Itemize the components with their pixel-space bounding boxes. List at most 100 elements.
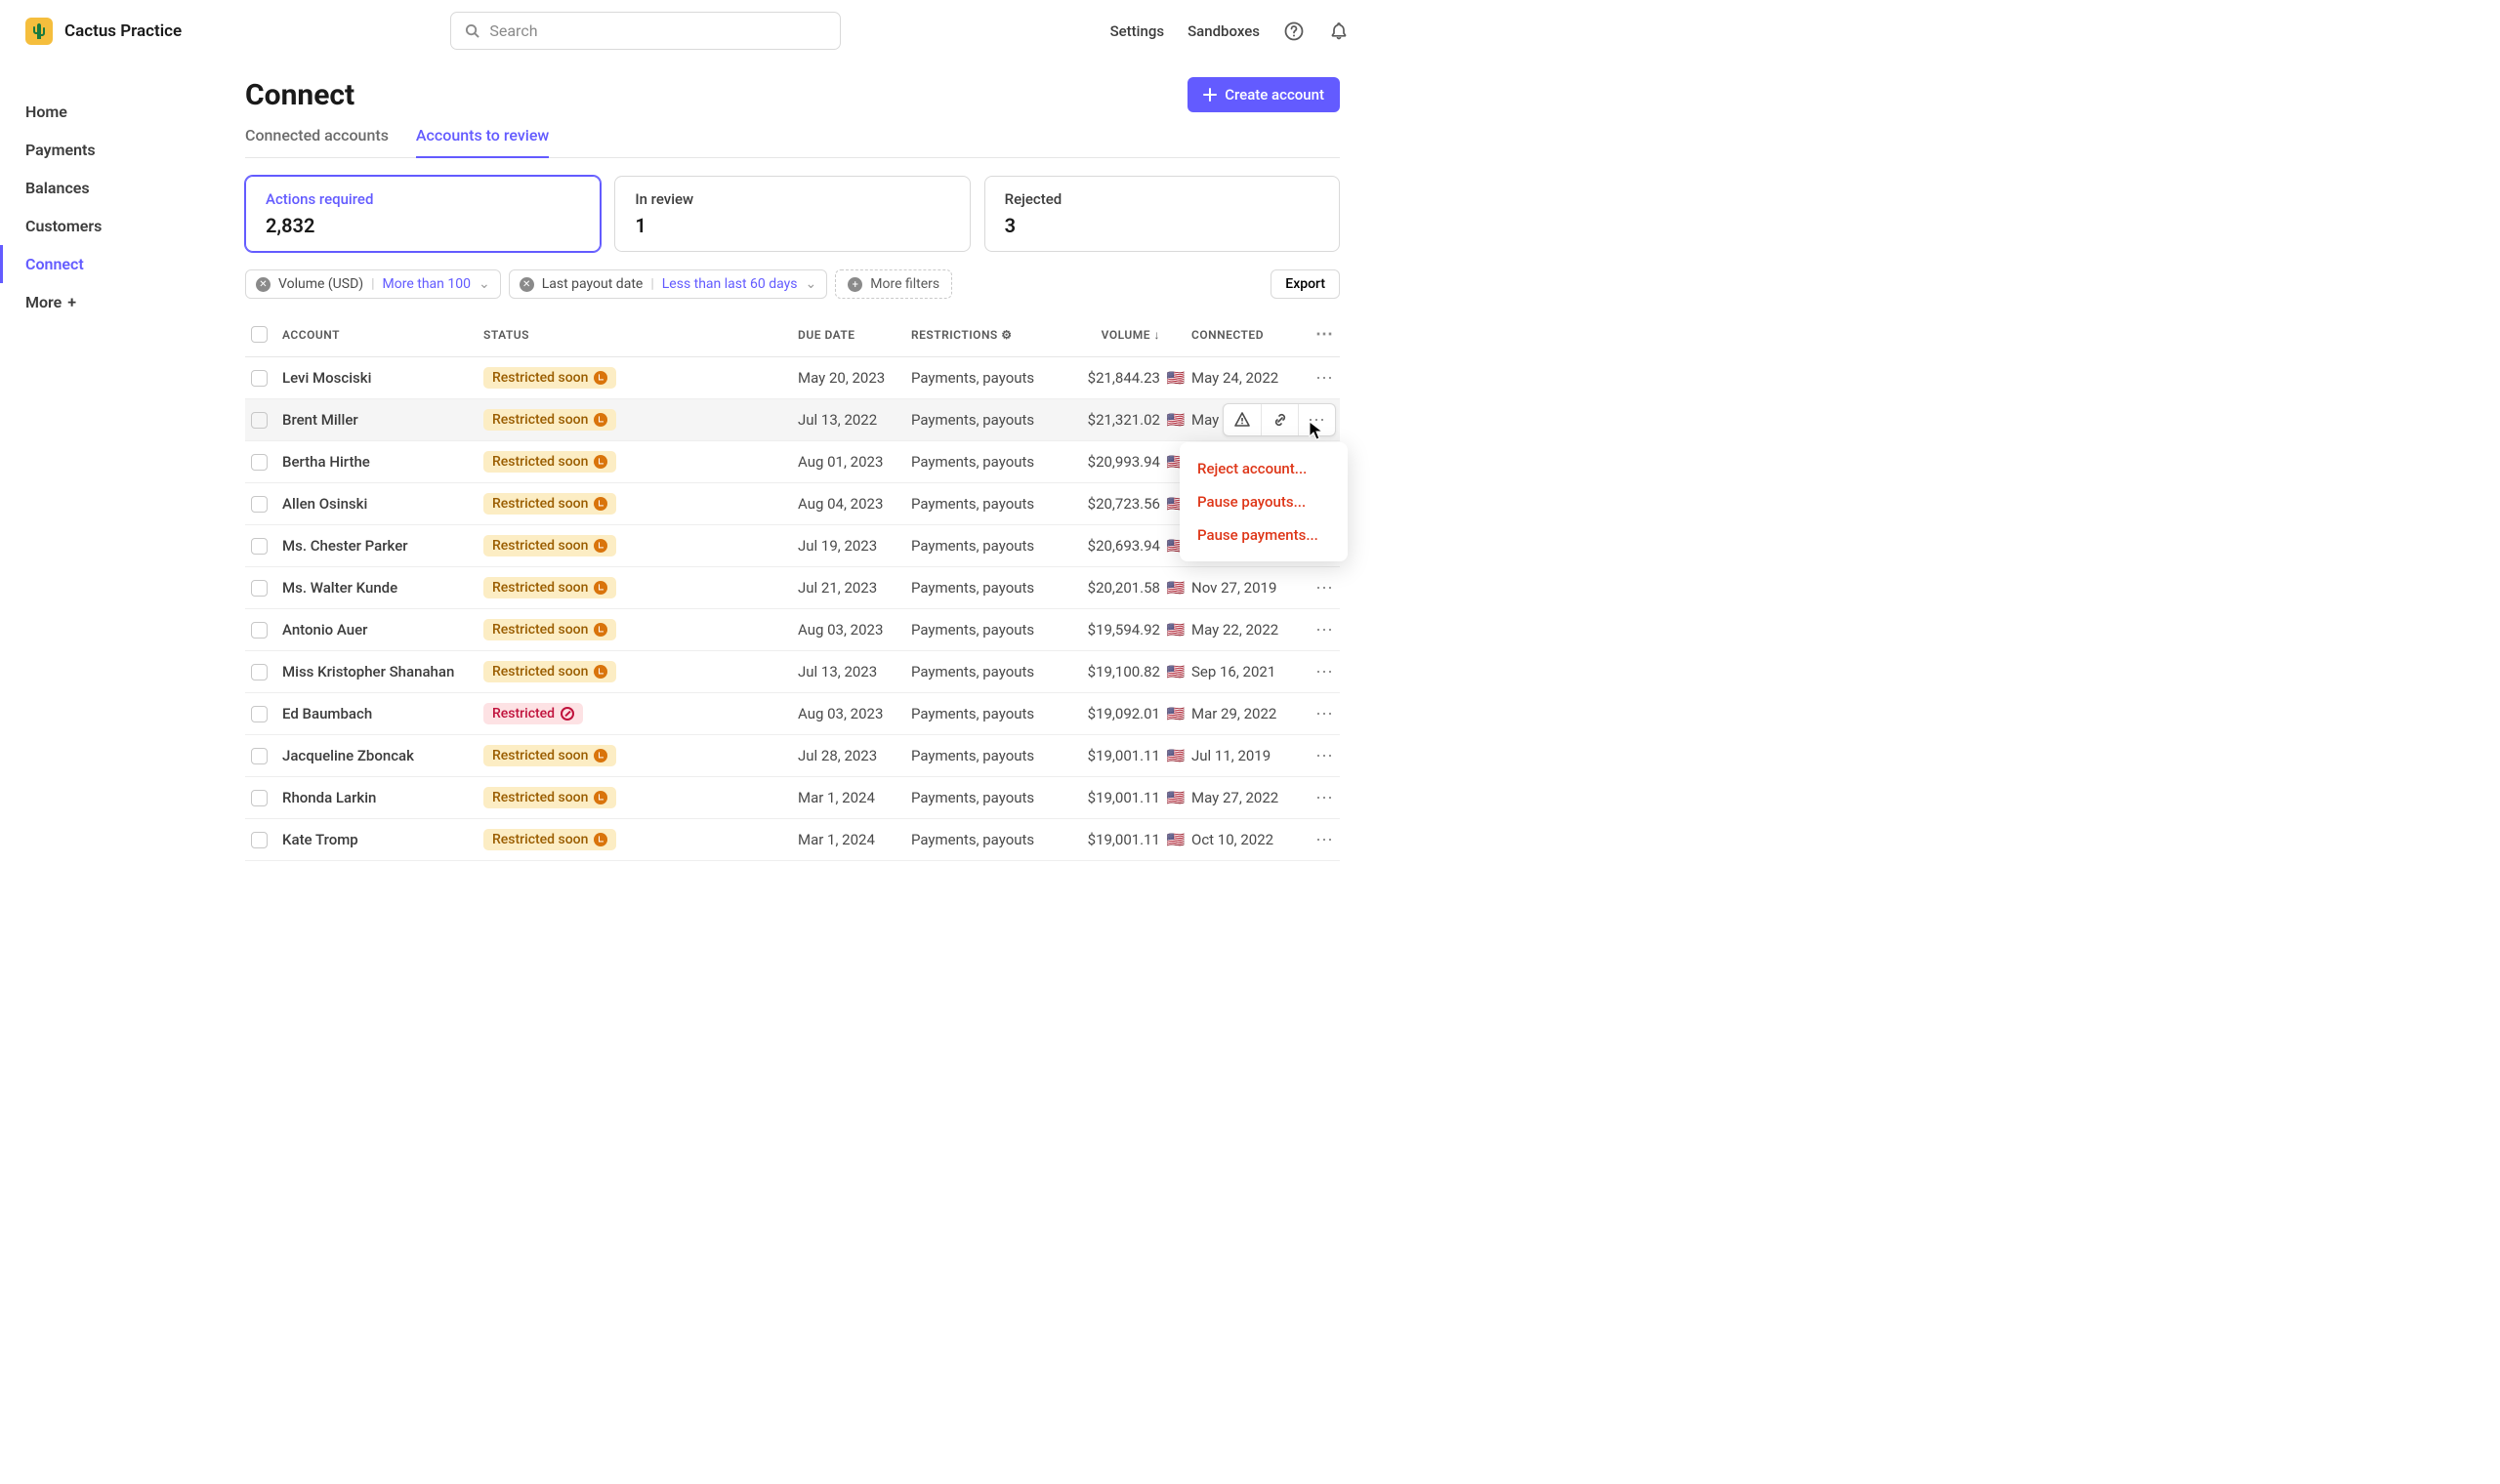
status-badge-restricted-soon: Restricted soon bbox=[483, 451, 616, 473]
search-input[interactable]: Search bbox=[450, 12, 841, 50]
nav-home[interactable]: Home bbox=[0, 93, 216, 131]
due-date: Mar 1, 2024 bbox=[798, 789, 911, 806]
link-action-icon[interactable] bbox=[1261, 404, 1298, 435]
table-row[interactable]: Ms. Walter Kunde Restricted soon Jul 21,… bbox=[245, 567, 1340, 609]
due-date: Aug 03, 2023 bbox=[798, 621, 911, 639]
us-flag-icon: 🇺🇸 bbox=[1160, 369, 1191, 387]
volume: $19,594.92 bbox=[1062, 621, 1160, 639]
filter-chip-volume[interactable]: ✕ Volume (USD) | More than 100 ⌄ bbox=[245, 269, 501, 299]
filter-chip-payout[interactable]: ✕ Last payout date | Less than last 60 d… bbox=[509, 269, 828, 299]
select-all-checkbox[interactable] bbox=[251, 326, 268, 343]
due-date: Aug 04, 2023 bbox=[798, 495, 911, 513]
menu-pause-payouts[interactable]: Pause payouts... bbox=[1180, 485, 1348, 518]
stat-rejected[interactable]: Rejected 3 bbox=[984, 176, 1340, 252]
stat-value: 3 bbox=[1005, 214, 1319, 237]
table-row[interactable]: Brent Miller Restricted soon Jul 13, 202… bbox=[245, 399, 1340, 441]
nav-payments[interactable]: Payments bbox=[0, 131, 216, 169]
brand[interactable]: Cactus Practice bbox=[25, 18, 182, 45]
cursor-icon bbox=[1309, 421, 1324, 440]
col-due[interactable]: DUE DATE bbox=[798, 328, 911, 342]
us-flag-icon: 🇺🇸 bbox=[1160, 411, 1191, 429]
restrictions: Payments, payouts bbox=[911, 453, 1062, 471]
remove-filter-icon[interactable]: ✕ bbox=[256, 277, 271, 292]
table-row[interactable]: Miss Kristopher Shanahan Restricted soon… bbox=[245, 651, 1340, 693]
menu-pause-payments[interactable]: Pause payments... bbox=[1180, 518, 1348, 552]
row-checkbox[interactable] bbox=[251, 496, 268, 513]
sandboxes-link[interactable]: Sandboxes bbox=[1188, 22, 1260, 40]
row-checkbox[interactable] bbox=[251, 832, 268, 848]
row-checkbox[interactable] bbox=[251, 706, 268, 722]
row-checkbox[interactable] bbox=[251, 454, 268, 471]
more-filters-button[interactable]: + More filters bbox=[835, 269, 952, 299]
table-row[interactable]: Allen Osinski Restricted soon Aug 04, 20… bbox=[245, 483, 1340, 525]
table-row[interactable]: Levi Mosciski Restricted soon May 20, 20… bbox=[245, 357, 1340, 399]
menu-reject-account[interactable]: Reject account... bbox=[1180, 452, 1348, 485]
row-checkbox[interactable] bbox=[251, 664, 268, 680]
stat-label: Actions required bbox=[266, 190, 580, 208]
row-checkbox[interactable] bbox=[251, 622, 268, 639]
col-volume[interactable]: VOLUME ↓ bbox=[1062, 328, 1160, 342]
row-more-actions-icon[interactable]: ⋯ bbox=[1315, 662, 1334, 682]
plus-icon: + bbox=[67, 293, 76, 311]
account-name: Antonio Auer bbox=[282, 621, 483, 639]
table-row[interactable]: Kate Tromp Restricted soon Mar 1, 2024 P… bbox=[245, 819, 1340, 861]
stat-in-review[interactable]: In review 1 bbox=[614, 176, 970, 252]
column-options-icon[interactable]: ⋯ bbox=[1315, 324, 1334, 345]
help-icon[interactable] bbox=[1283, 21, 1305, 42]
row-more-actions-icon[interactable]: ⋯ bbox=[1315, 620, 1334, 640]
table-header: ACCOUNT STATUS DUE DATE RESTRICTIONS ⚙ V… bbox=[245, 312, 1340, 357]
clock-icon bbox=[594, 413, 607, 427]
row-checkbox[interactable] bbox=[251, 790, 268, 806]
nav-more[interactable]: More+ bbox=[0, 283, 216, 321]
row-checkbox[interactable] bbox=[251, 580, 268, 597]
row-more-actions-icon[interactable]: ⋯ bbox=[1315, 830, 1334, 850]
volume: $19,001.11 bbox=[1062, 747, 1160, 764]
clock-icon bbox=[594, 749, 607, 763]
due-date: Jul 19, 2023 bbox=[798, 537, 911, 555]
status-badge-restricted-soon: Restricted soon bbox=[483, 577, 616, 598]
warning-action-icon[interactable] bbox=[1224, 404, 1261, 435]
row-checkbox[interactable] bbox=[251, 748, 268, 764]
table-row[interactable]: Jacqueline Zboncak Restricted soon Jul 2… bbox=[245, 735, 1340, 777]
bell-icon[interactable] bbox=[1328, 21, 1350, 42]
row-more-actions-icon[interactable]: ⋯ bbox=[1315, 368, 1334, 389]
table-row[interactable]: Antonio Auer Restricted soon Aug 03, 202… bbox=[245, 609, 1340, 651]
tab-accounts-to-review[interactable]: Accounts to review bbox=[416, 126, 549, 158]
export-button[interactable]: Export bbox=[1271, 269, 1340, 299]
table-row[interactable]: Ed Baumbach Restricted Aug 03, 2023 Paym… bbox=[245, 693, 1340, 735]
settings-link[interactable]: Settings bbox=[1110, 22, 1165, 40]
status-badge-restricted-soon: Restricted soon bbox=[483, 535, 616, 556]
row-more-actions-icon[interactable]: ⋯ bbox=[1315, 578, 1334, 598]
status-badge-restricted-soon: Restricted soon bbox=[483, 367, 616, 389]
due-date: May 20, 2023 bbox=[798, 369, 911, 387]
col-status[interactable]: STATUS bbox=[483, 328, 798, 342]
restrictions: Payments, payouts bbox=[911, 579, 1062, 597]
row-checkbox[interactable] bbox=[251, 538, 268, 555]
plus-icon bbox=[1203, 88, 1217, 102]
remove-filter-icon[interactable]: ✕ bbox=[520, 277, 534, 292]
table-row[interactable]: Bertha Hirthe Restricted soon Aug 01, 20… bbox=[245, 441, 1340, 483]
volume: $21,844.23 bbox=[1062, 369, 1160, 387]
stat-value: 2,832 bbox=[266, 214, 580, 237]
col-account[interactable]: ACCOUNT bbox=[282, 328, 483, 342]
gear-icon[interactable]: ⚙ bbox=[1001, 328, 1012, 342]
tab-connected-accounts[interactable]: Connected accounts bbox=[245, 126, 389, 157]
nav-connect[interactable]: Connect bbox=[0, 245, 216, 283]
create-account-button[interactable]: Create account bbox=[1188, 77, 1340, 112]
table-row[interactable]: Ms. Chester Parker Restricted soon Jul 1… bbox=[245, 525, 1340, 567]
row-more-actions-icon[interactable]: ⋯ bbox=[1315, 788, 1334, 808]
row-checkbox[interactable] bbox=[251, 370, 268, 387]
col-connected[interactable]: CONNECTED bbox=[1191, 328, 1299, 342]
col-restrictions[interactable]: RESTRICTIONS ⚙ bbox=[911, 328, 1062, 342]
nav-customers[interactable]: Customers bbox=[0, 207, 216, 245]
account-name: Kate Tromp bbox=[282, 831, 483, 848]
stat-actions-required[interactable]: Actions required 2,832 bbox=[245, 176, 601, 252]
row-more-actions-icon[interactable]: ⋯ bbox=[1315, 746, 1334, 766]
nav-balances[interactable]: Balances bbox=[0, 169, 216, 207]
table-row[interactable]: Rhonda Larkin Restricted soon Mar 1, 202… bbox=[245, 777, 1340, 819]
sort-down-icon: ↓ bbox=[1154, 328, 1161, 342]
create-label: Create account bbox=[1225, 86, 1324, 103]
connected-date: Sep 16, 2021 bbox=[1191, 663, 1299, 680]
row-checkbox[interactable] bbox=[251, 412, 268, 429]
row-more-actions-icon[interactable]: ⋯ bbox=[1315, 704, 1334, 724]
